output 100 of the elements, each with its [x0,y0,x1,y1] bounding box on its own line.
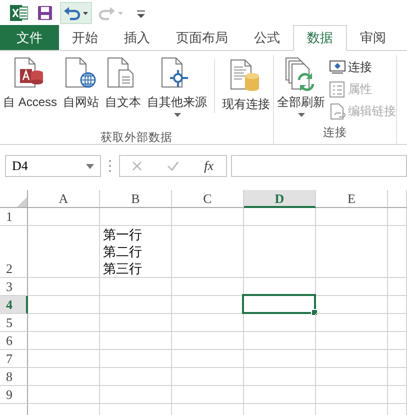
cell[interactable] [100,368,172,386]
column-header[interactable]: A [28,190,100,208]
cell[interactable] [28,278,100,296]
row-header[interactable]: 1 [0,208,28,226]
group-label: 连接 [322,126,348,141]
undo-button[interactable] [60,2,92,24]
ribbon-tab[interactable]: 开始 [59,25,111,50]
caret-icon [174,113,181,117]
cell[interactable] [388,314,407,332]
cell-text-line: 第三行 [103,260,142,277]
cell[interactable] [28,386,100,404]
cell[interactable] [388,208,407,226]
cell[interactable] [316,296,388,314]
cell[interactable] [172,386,244,404]
cell[interactable] [28,332,100,350]
close-icon [132,161,142,171]
checkmark-icon [167,161,180,171]
cell[interactable] [388,350,407,368]
row-header[interactable]: 4 [0,296,28,314]
cell[interactable] [388,296,407,314]
row-header[interactable]: 2 [0,226,28,278]
insert-function-button[interactable]: fx [200,158,218,174]
ribbon-tab[interactable]: 审阅 [347,25,399,50]
cell[interactable] [100,332,172,350]
row-header[interactable]: 6 [0,332,28,350]
ribbon-button[interactable]: 自文本 [102,55,144,129]
file-tab[interactable]: 文件 [0,25,59,50]
cell[interactable] [244,226,316,278]
cell[interactable] [100,296,172,314]
ribbon-button[interactable]: 现有连接 [214,59,274,113]
cell-text-line: 第二行 [103,243,142,260]
column-header[interactable]: B [100,190,172,208]
cell[interactable]: 第一行 第二行 第三行 [100,226,172,278]
row-header[interactable]: 5 [0,314,28,332]
cell[interactable] [100,314,172,332]
cell[interactable] [28,368,100,386]
cell[interactable] [316,278,388,296]
cell[interactable] [244,332,316,350]
cell[interactable] [244,386,316,404]
ribbon-tab[interactable]: 数据 [293,25,347,51]
cell[interactable] [28,314,100,332]
cell[interactable] [244,314,316,332]
fill-handle[interactable] [311,309,318,316]
cell[interactable] [172,332,244,350]
select-all-button[interactable] [0,190,28,208]
cell[interactable] [172,278,244,296]
cell[interactable] [388,368,407,386]
ribbon-tab[interactable]: 插入 [111,25,163,50]
cell[interactable] [28,296,100,314]
corner-triangle-icon [17,197,27,207]
cell-text-line: 第一行 [103,226,142,243]
cell[interactable] [100,350,172,368]
cell[interactable] [316,208,388,226]
ribbon-tab[interactable]: 公式 [241,25,293,50]
row-header[interactable]: 9 [0,386,28,404]
link-document-icon [329,102,346,120]
formula-input[interactable] [231,155,407,177]
column-header[interactable]: D [244,190,316,208]
cell[interactable] [172,314,244,332]
row-header[interactable]: 7 [0,350,28,368]
undo-icon [63,4,89,20]
cell[interactable] [172,368,244,386]
caret-icon [298,113,305,117]
ribbon-button[interactable]: 连接 [328,57,396,77]
cell[interactable] [244,368,316,386]
cell[interactable] [172,226,244,278]
cell[interactable] [388,278,407,296]
cell[interactable] [388,386,407,404]
cell[interactable] [316,350,388,368]
save-icon [37,4,53,20]
cell[interactable] [172,208,244,226]
cell[interactable] [28,226,100,278]
name-box[interactable]: D4 [5,155,101,177]
cell[interactable] [100,386,172,404]
redo-icon [98,4,124,20]
list-icon [329,80,346,98]
group-label: 获取外部数据 [100,130,174,146]
cell[interactable] [316,332,388,350]
column-header[interactable] [388,190,407,208]
dropdown-arrow-icon[interactable] [86,164,94,168]
cell[interactable] [316,386,388,404]
cell[interactable] [388,226,407,278]
cell[interactable] [100,208,172,226]
row-header[interactable]: 8 [0,368,28,386]
cell[interactable] [100,278,172,296]
ribbon-button[interactable]: 自 Access [0,55,60,129]
ribbon-button[interactable]: 自网站 [60,55,102,129]
cell[interactable] [316,314,388,332]
cell[interactable] [388,332,407,350]
cell[interactable] [28,350,100,368]
cell[interactable] [244,208,316,226]
cell[interactable] [316,368,388,386]
cell[interactable] [316,226,388,278]
cell[interactable] [244,350,316,368]
ribbon-button[interactable]: 自其他来源 [144,55,210,129]
column-header[interactable]: E [316,190,388,208]
cell[interactable] [28,208,100,226]
ribbon-tab[interactable]: 页面布局 [163,25,241,50]
cell[interactable] [172,350,244,368]
ribbon-button[interactable]: 全部刷新 [274,55,328,124]
